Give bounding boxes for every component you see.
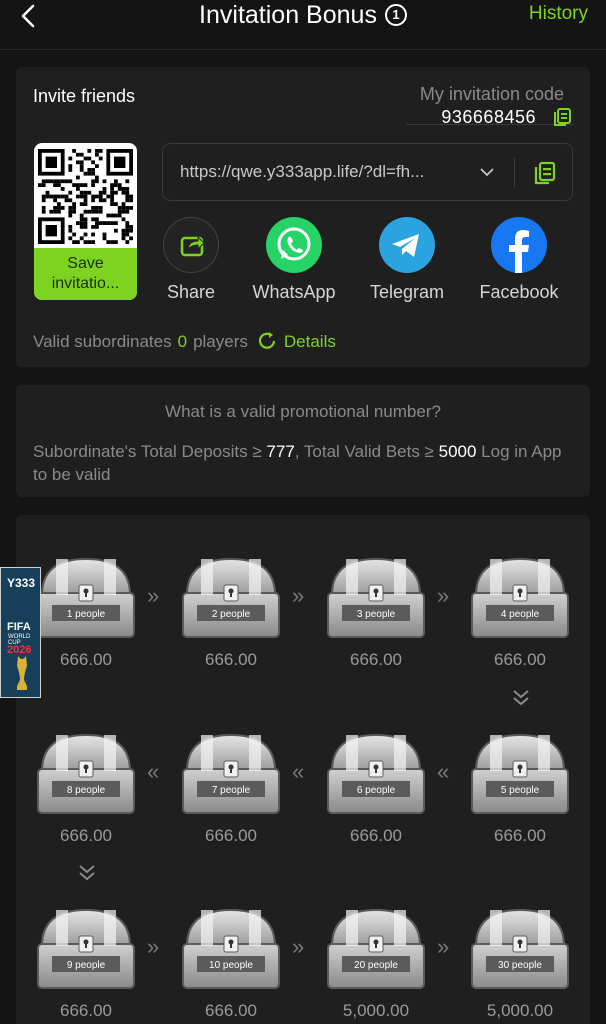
arrow-down-icon (513, 690, 529, 706)
arrow-right-icon: » (292, 583, 305, 608)
chest-reward-amount: 666.00 (205, 1001, 257, 1020)
info-icon[interactable]: 1 (384, 4, 407, 26)
chevron-down-icon[interactable] (477, 162, 497, 182)
chest-reward-amount: 666.00 (205, 650, 257, 669)
chest-reward-amount: 666.00 (494, 650, 546, 669)
chest-reward-amount: 666.00 (350, 826, 402, 845)
whatsapp-label: WhatsApp (252, 282, 336, 302)
chest-people-label: 8 people (66, 785, 106, 796)
reward-chest[interactable]: 1 people (34, 555, 138, 641)
qr-code (38, 149, 133, 244)
share-icon (163, 217, 219, 273)
arrow-right-icon: » (147, 583, 160, 608)
bets-threshold: 5000 (438, 442, 477, 461)
reward-chest[interactable]: 10 people (179, 906, 283, 992)
facebook-label: Facebook (479, 282, 559, 302)
title-wrap: Invitation Bonus 1 (0, 0, 606, 30)
chest-reward-amount: 666.00 (60, 650, 112, 669)
copy-code-icon[interactable] (552, 107, 572, 127)
chest-reward-amount: 5,000.00 (486, 1001, 554, 1020)
invite-friends-title: Invite friends (33, 86, 136, 106)
reward-chest[interactable]: 5 people (468, 731, 572, 817)
copy-link-icon[interactable] (533, 161, 557, 185)
divider (406, 124, 574, 125)
chest-people-label: 3 people (356, 609, 396, 620)
chest-people-label: 2 people (211, 609, 251, 620)
page-title: Invitation Bonus (199, 1, 377, 29)
share-label: Share (166, 282, 216, 302)
chest-reward-amount: 666.00 (60, 1001, 112, 1020)
share-option-telegram[interactable]: Telegram (352, 217, 462, 303)
rule-text: , Total Valid Bets ≥ (294, 442, 439, 461)
whatsapp-icon (266, 217, 322, 273)
share-option-facebook[interactable]: Facebook (464, 217, 574, 303)
chest-people-label: 20 people (354, 960, 398, 971)
invite-card: Invite friends My invitation code 936668… (16, 67, 590, 367)
invite-link-field[interactable]: https://qwe.y333app.life/?dl=fh... (162, 143, 573, 201)
telegram-label: Telegram (369, 282, 445, 302)
reward-chest[interactable]: 2 people (179, 555, 283, 641)
share-option-whatsapp[interactable]: WhatsApp (239, 217, 349, 303)
reward-chest[interactable]: 9 people (34, 906, 138, 992)
facebook-icon (491, 217, 547, 273)
rule-text: Subordinate's Total Deposits ≥ (33, 442, 267, 461)
chest-reward-amount: 666.00 (350, 650, 402, 669)
chest-reward-amount: 5,000.00 (342, 1001, 410, 1020)
reward-chest[interactable]: 8 people (34, 731, 138, 817)
invitation-code-label: My invitation code (419, 84, 564, 104)
promo-event: FIFA (7, 621, 31, 633)
arrow-right-icon: » (437, 934, 450, 959)
arrow-down-icon (79, 865, 95, 881)
arrow-right-icon: » (292, 934, 305, 959)
chest-reward-amount: 666.00 (60, 826, 112, 845)
top-bar: Invitation Bonus 1 History (0, 0, 606, 50)
chest-people-label: 9 people (66, 960, 106, 971)
valid-rule-question: What is a valid promotional number? (165, 402, 441, 421)
reward-chest[interactable]: 7 people (179, 731, 283, 817)
arrow-left-icon: « (292, 759, 305, 784)
promo-year: 2026 (7, 644, 32, 656)
valid-subordinates-unit: players (193, 332, 248, 351)
trophy-icon (17, 656, 27, 690)
fifa-promo-banner[interactable]: Y333 FIFA WORLD CUP 2026 (0, 567, 41, 698)
share-option-share[interactable]: Share (136, 217, 246, 303)
deposit-threshold: 777 (266, 442, 295, 461)
chest-people-label: 6 people (356, 785, 396, 796)
arrow-right-icon: » (437, 583, 450, 608)
chest-people-label: 30 people (498, 960, 542, 971)
chest-people-label: 5 people (500, 785, 540, 796)
refresh-icon[interactable] (256, 330, 278, 352)
reward-chest[interactable]: 3 people (324, 555, 428, 641)
reward-chest[interactable]: 4 people (468, 555, 572, 641)
valid-rule-card: What is a valid promotional number? Subo… (16, 385, 590, 497)
arrow-left-icon: « (437, 759, 450, 784)
chest-people-label: 4 people (500, 609, 540, 620)
chest-people-label: 7 people (211, 785, 251, 796)
divider (514, 158, 515, 188)
valid-subordinates-row: Valid subordinates 0 players Details (33, 330, 336, 352)
valid-subordinates-label: Valid subordinates (33, 332, 172, 351)
save-invitation-button[interactable]: Save invitatio... (34, 248, 137, 300)
promo-brand: Y333 (7, 576, 36, 590)
history-link[interactable]: History (529, 3, 588, 25)
qr-code-card[interactable]: Save invitatio... (34, 143, 137, 300)
chest-people-label: 1 people (66, 609, 106, 620)
reward-chest[interactable]: 30 people (468, 906, 572, 992)
valid-subordinates-count: 0 (177, 332, 188, 351)
chest-people-label: 10 people (209, 960, 253, 971)
telegram-icon (379, 217, 435, 273)
arrow-left-icon: « (147, 759, 160, 784)
reward-chest[interactable]: 6 people (324, 731, 428, 817)
valid-rule-text: Subordinate's Total Deposits ≥ 777, Tota… (33, 440, 576, 486)
invite-link-text: https://qwe.y333app.life/?dl=fh... (180, 162, 425, 181)
arrow-right-icon: » (147, 934, 160, 959)
chest-reward-amount: 666.00 (205, 826, 257, 845)
reward-chest[interactable]: 20 people (324, 906, 428, 992)
chest-reward-amount: 666.00 (494, 826, 546, 845)
details-link[interactable]: Details (284, 332, 336, 351)
